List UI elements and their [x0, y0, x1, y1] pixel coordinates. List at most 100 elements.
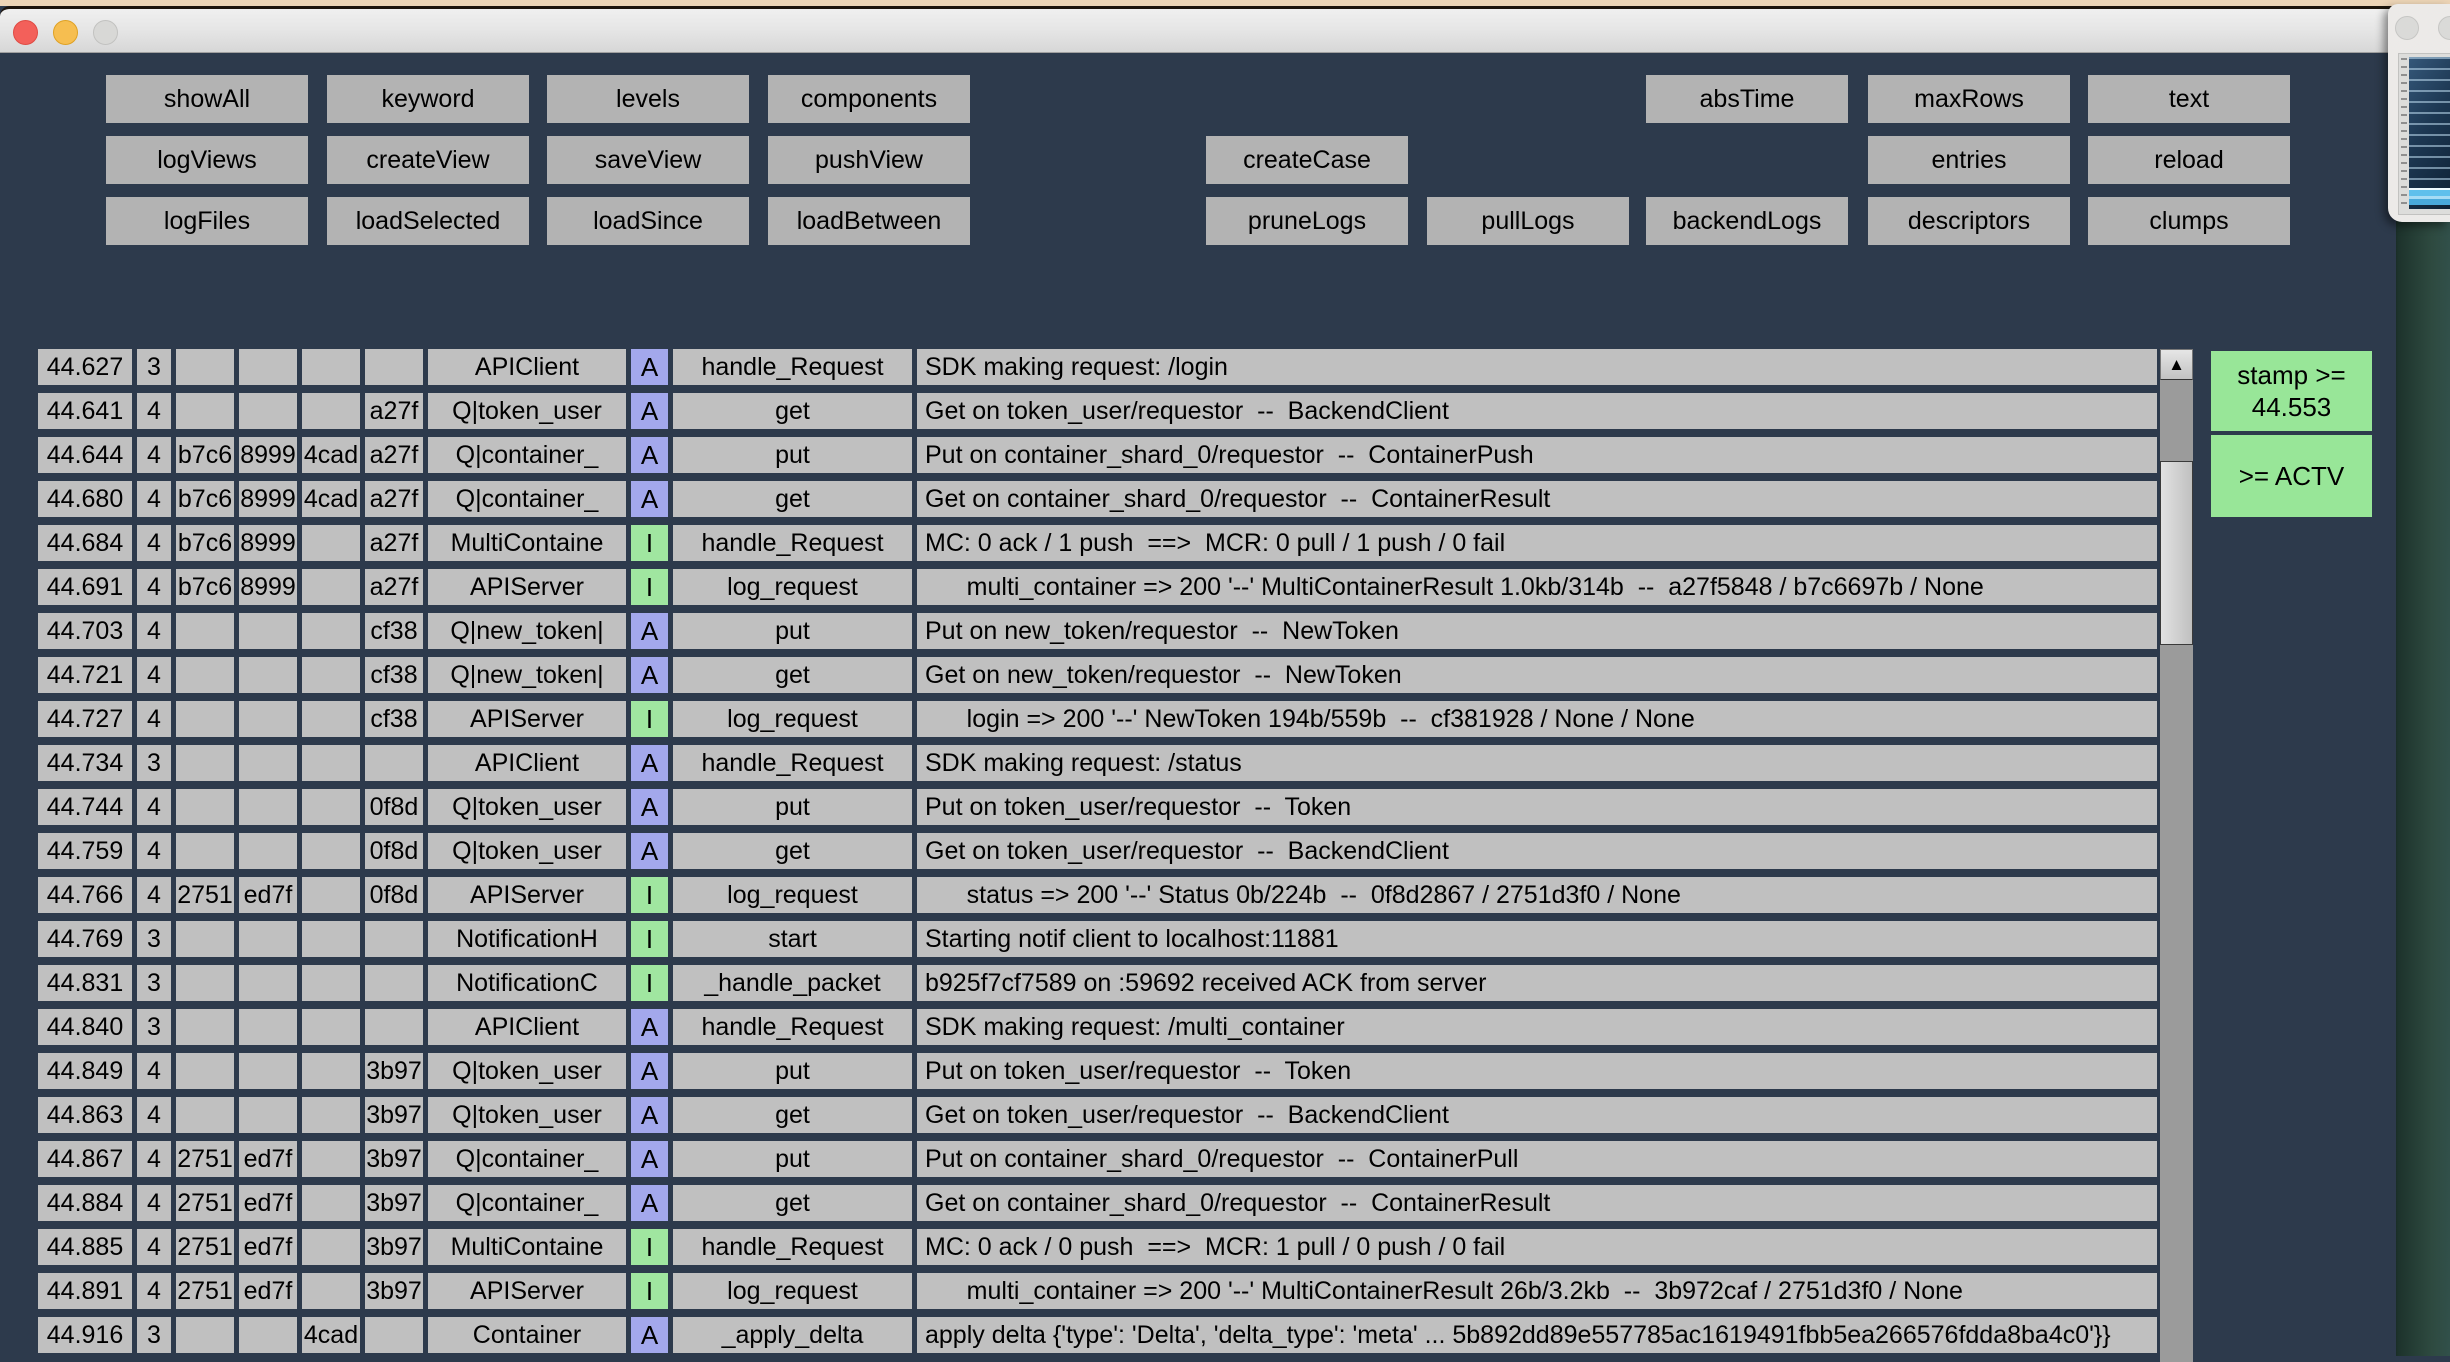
cell-message: status => 200 '--' Status 0b/224b -- 0f8…: [917, 877, 2157, 913]
log-row[interactable]: 44.884 4 2751 ed7f 3b97 Q|container_ A g…: [38, 1185, 2160, 1221]
log-row[interactable]: 44.916 3 4cad Container A _apply_delta a…: [38, 1317, 2160, 1353]
backendlogs-button[interactable]: backendLogs: [1646, 197, 1848, 245]
logviews-button[interactable]: logViews: [106, 136, 308, 184]
createcase-button[interactable]: createCase: [1206, 136, 1408, 184]
log-row[interactable]: 44.766 4 2751 ed7f 0f8d APIServer I log_…: [38, 877, 2160, 913]
cell-message: b925f7cf7589 on :59692 received ACK from…: [917, 965, 2157, 1001]
cell-level: 4: [137, 525, 171, 561]
cell-level: 3: [137, 965, 171, 1001]
cell-message: Starting notif client to localhost:11881: [917, 921, 2157, 957]
showall-button[interactable]: showAll: [106, 75, 308, 123]
cell-ctx2: [239, 1317, 297, 1353]
scroll-up-arrow-icon: ▲: [2168, 355, 2185, 375]
log-row[interactable]: 44.759 4 0f8d Q|token_user A get Get on …: [38, 833, 2160, 869]
zoom-button[interactable]: [93, 20, 118, 45]
cell-level-marker: A: [631, 657, 668, 693]
actv-filter-button[interactable]: >= ACTV: [2211, 435, 2372, 517]
log-row[interactable]: 44.721 4 cf38 Q|new_token| A get Get on …: [38, 657, 2160, 693]
cell-ctx1: b7c6: [176, 569, 234, 605]
cell-function: get: [673, 393, 912, 429]
components-button[interactable]: components: [768, 75, 970, 123]
log-row[interactable]: 44.684 4 b7c6 8999 a27f MultiContaine I …: [38, 525, 2160, 561]
cell-function: _handle_packet: [673, 965, 912, 1001]
createview-button[interactable]: createView: [327, 136, 529, 184]
log-row[interactable]: 44.744 4 0f8d Q|token_user A put Put on …: [38, 789, 2160, 825]
log-row[interactable]: 44.867 4 2751 ed7f 3b97 Q|container_ A p…: [38, 1141, 2160, 1177]
vertical-scrollbar[interactable]: ▲: [2160, 349, 2193, 1362]
entries-button[interactable]: entries: [1868, 136, 2070, 184]
maxrows-button[interactable]: maxRows: [1868, 75, 2070, 123]
cell-message: Put on token_user/requestor -- Token: [917, 789, 2157, 825]
cell-function: get: [673, 833, 912, 869]
cell-ctx2: [239, 701, 297, 737]
clumps-button[interactable]: clumps: [2088, 197, 2290, 245]
close-button[interactable]: [13, 20, 38, 45]
log-row[interactable]: 44.627 3 APIClient A handle_Request SDK …: [38, 349, 2160, 385]
cell-ctx4: 3b97: [365, 1229, 423, 1265]
log-row[interactable]: 44.641 4 a27f Q|token_user A get Get on …: [38, 393, 2160, 429]
cell-ctx2: ed7f: [239, 1141, 297, 1177]
saveview-button[interactable]: saveView: [547, 136, 749, 184]
cell-level-marker: I: [631, 877, 668, 913]
log-row[interactable]: 44.840 3 APIClient A handle_Request SDK …: [38, 1009, 2160, 1045]
cell-time: 44.916: [38, 1317, 132, 1353]
log-row[interactable]: 44.863 4 3b97 Q|token_user A get Get on …: [38, 1097, 2160, 1133]
log-row[interactable]: 44.727 4 cf38 APIServer I log_request lo…: [38, 701, 2160, 737]
abstime-button[interactable]: absTime: [1646, 75, 1848, 123]
cell-level: 4: [137, 833, 171, 869]
cell-ctx1: [176, 701, 234, 737]
scrollbar-thumb[interactable]: [2160, 461, 2193, 645]
loadbetween-button[interactable]: loadBetween: [768, 197, 970, 245]
log-table: 44.627 3 APIClient A handle_Request SDK …: [38, 349, 2160, 1356]
cell-ctx1: [176, 1317, 234, 1353]
cell-component: Q|container_: [428, 1141, 626, 1177]
loadsince-button[interactable]: loadSince: [547, 197, 749, 245]
cell-component: Container: [428, 1317, 626, 1353]
cell-ctx1: [176, 833, 234, 869]
keyword-button[interactable]: keyword: [327, 75, 529, 123]
cell-ctx3: [302, 1185, 360, 1221]
pushview-button[interactable]: pushView: [768, 136, 970, 184]
cell-ctx2: [239, 393, 297, 429]
log-row[interactable]: 44.831 3 NotificationC I _handle_packet …: [38, 965, 2160, 1001]
loadselected-button[interactable]: loadSelected: [327, 197, 529, 245]
log-row[interactable]: 44.703 4 cf38 Q|new_token| A put Put on …: [38, 613, 2160, 649]
background-mini-window[interactable]: [2388, 4, 2450, 222]
cell-ctx2: [239, 965, 297, 1001]
log-row[interactable]: 44.680 4 b7c6 8999 4cad a27f Q|container…: [38, 481, 2160, 517]
cell-level: 4: [137, 701, 171, 737]
scroll-up-button[interactable]: ▲: [2160, 349, 2193, 380]
cell-message: Get on container_shard_0/requestor -- Co…: [917, 481, 2157, 517]
cell-ctx3: [302, 1273, 360, 1309]
reload-button[interactable]: reload: [2088, 136, 2290, 184]
pulllogs-button[interactable]: pullLogs: [1427, 197, 1629, 245]
cell-time: 44.863: [38, 1097, 132, 1133]
log-row[interactable]: 44.691 4 b7c6 8999 a27f APIServer I log_…: [38, 569, 2160, 605]
cell-level-marker: A: [631, 437, 668, 473]
cell-message: Get on container_shard_0/requestor -- Co…: [917, 1185, 2157, 1221]
window-titlebar[interactable]: [0, 6, 2396, 53]
cell-message: multi_container => 200 '--' MultiContain…: [917, 1273, 2157, 1309]
minimize-button[interactable]: [53, 20, 78, 45]
log-viewer-window: showAll keyword levels components absTim…: [0, 6, 2396, 1356]
cell-ctx2: [239, 1009, 297, 1045]
cell-ctx4: 0f8d: [365, 833, 423, 869]
log-row[interactable]: 44.734 3 APIClient A handle_Request SDK …: [38, 745, 2160, 781]
logfiles-button[interactable]: logFiles: [106, 197, 308, 245]
log-row[interactable]: 44.769 3 NotificationH I start Starting …: [38, 921, 2160, 957]
cell-ctx1: [176, 613, 234, 649]
cell-time: 44.891: [38, 1273, 132, 1309]
stamp-filter-button[interactable]: stamp >= 44.553: [2211, 351, 2372, 431]
text-button[interactable]: text: [2088, 75, 2290, 123]
log-row[interactable]: 44.644 4 b7c6 8999 4cad a27f Q|container…: [38, 437, 2160, 473]
log-row[interactable]: 44.849 4 3b97 Q|token_user A put Put on …: [38, 1053, 2160, 1089]
log-row[interactable]: 44.891 4 2751 ed7f 3b97 APIServer I log_…: [38, 1273, 2160, 1309]
cell-message: Put on container_shard_0/requestor -- Co…: [917, 1141, 2157, 1177]
descriptors-button[interactable]: descriptors: [1868, 197, 2070, 245]
cell-level: 4: [137, 657, 171, 693]
cell-ctx2: ed7f: [239, 1229, 297, 1265]
prunelogs-button[interactable]: pruneLogs: [1206, 197, 1408, 245]
log-row[interactable]: 44.885 4 2751 ed7f 3b97 MultiContaine I …: [38, 1229, 2160, 1265]
levels-button[interactable]: levels: [547, 75, 749, 123]
cell-level-marker: I: [631, 1229, 668, 1265]
